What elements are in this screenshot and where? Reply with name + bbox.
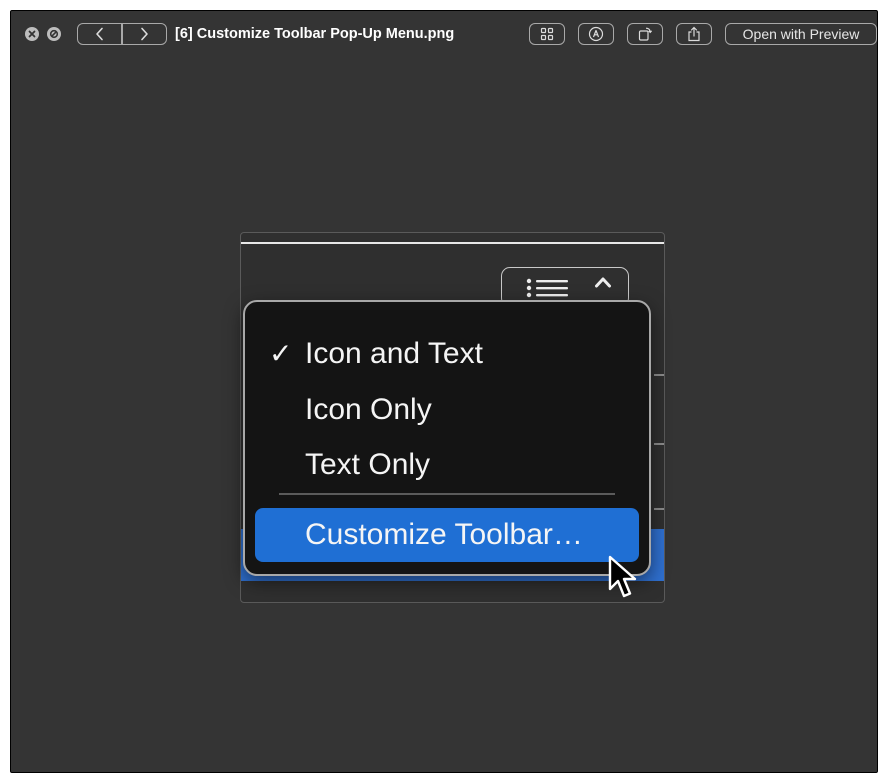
list-icon xyxy=(526,278,568,298)
quicklook-window: [6] Customize Toolbar Pop-Up Menu.png Op… xyxy=(10,10,878,773)
image-top-rule xyxy=(241,242,664,244)
chevron-left-icon xyxy=(95,27,103,41)
menu-item-customize-toolbar[interactable]: Customize Toolbar… xyxy=(255,508,639,562)
image-rule xyxy=(654,374,664,376)
menu-item-text-only[interactable]: Text Only xyxy=(245,445,649,485)
menu-item-label: Text Only xyxy=(305,448,431,481)
menu-item-label: Icon and Text xyxy=(305,337,483,370)
markup-button[interactable] xyxy=(578,23,614,45)
menu-item-label: Customize Toolbar… xyxy=(305,518,583,551)
toolbar-popup-menu: ✓ Icon and Text Icon Only Text Only Cust… xyxy=(243,300,651,576)
checkmark-icon: ✓ xyxy=(269,338,293,369)
grid-icon xyxy=(540,27,554,41)
forward-button[interactable] xyxy=(123,24,166,44)
grid-view-button[interactable] xyxy=(529,23,565,45)
rotate-button[interactable] xyxy=(627,23,663,45)
rotate-icon xyxy=(638,27,653,41)
menu-divider xyxy=(279,493,615,495)
share-button[interactable] xyxy=(676,23,712,45)
open-with-preview-button[interactable]: Open with Preview xyxy=(725,23,877,45)
menu-item-icon-and-text[interactable]: ✓ Icon and Text xyxy=(245,334,649,374)
nav-button-group xyxy=(77,23,167,45)
chevron-up-icon xyxy=(595,277,611,288)
mouse-pointer-icon xyxy=(608,555,637,598)
markup-icon xyxy=(588,26,604,42)
minimize-icon[interactable] xyxy=(47,27,61,41)
menu-item-icon-only[interactable]: Icon Only xyxy=(245,390,649,430)
close-icon[interactable] xyxy=(25,27,39,41)
share-icon xyxy=(688,26,700,42)
title-bar: [6] Customize Toolbar Pop-Up Menu.png Op… xyxy=(11,11,877,55)
window-title: [6] Customize Toolbar Pop-Up Menu.png xyxy=(175,26,455,42)
back-button[interactable] xyxy=(78,24,121,44)
chevron-right-icon xyxy=(141,27,149,41)
image-rule xyxy=(654,443,664,445)
menu-item-label: Icon Only xyxy=(305,393,432,426)
image-rule xyxy=(654,508,664,510)
